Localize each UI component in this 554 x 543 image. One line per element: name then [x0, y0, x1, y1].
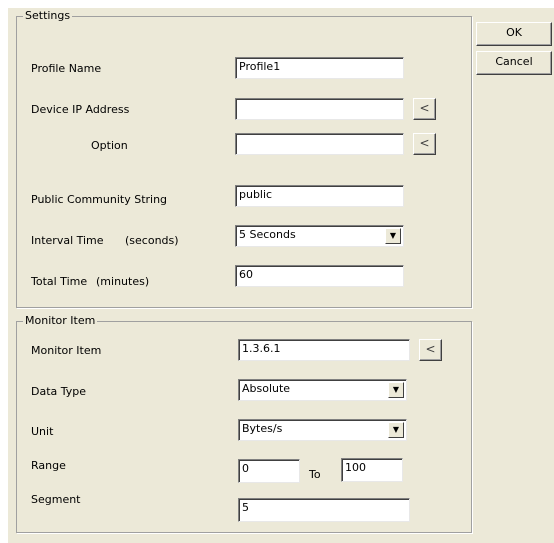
community-string-label: Public Community String	[31, 193, 168, 206]
option-input[interactable]	[235, 133, 404, 155]
interval-time-value: 5 Seconds	[239, 228, 296, 241]
data-type-select[interactable]: Absolute ▼	[238, 379, 407, 401]
chevron-down-icon[interactable]: ▼	[385, 228, 401, 244]
data-type-label: Data Type	[31, 385, 87, 398]
monitor-item-group-title: Monitor Item	[23, 314, 98, 328]
unit-select[interactable]: Bytes/s ▼	[238, 419, 407, 441]
unit-label: Unit	[31, 425, 54, 438]
chevron-down-icon[interactable]: ▼	[388, 382, 404, 398]
cancel-button[interactable]: Cancel	[476, 51, 552, 75]
profile-name-label: Profile Name	[31, 62, 102, 75]
range-to-input[interactable]: 100	[341, 458, 403, 482]
option-pick-button[interactable]: <	[413, 133, 436, 155]
range-label: Range	[31, 459, 66, 472]
device-ip-label: Device IP Address	[31, 103, 130, 116]
total-time-unit: (minutes)	[96, 275, 150, 288]
data-type-value: Absolute	[242, 382, 291, 395]
segment-label: Segment	[31, 493, 81, 506]
monitor-item-label: Monitor Item	[31, 344, 102, 357]
unit-value: Bytes/s	[242, 422, 283, 435]
monitor-item-group: Monitor Item Monitor Item 1.3.6.1 < Data…	[16, 314, 472, 533]
ok-button[interactable]: OK	[476, 22, 552, 46]
total-time-label: Total Time	[31, 275, 88, 288]
community-string-input[interactable]: public	[235, 185, 404, 207]
option-label: Option	[91, 139, 128, 152]
total-time-input[interactable]: 60	[235, 265, 404, 287]
chevron-down-icon[interactable]: ▼	[388, 422, 404, 438]
device-ip-input[interactable]	[235, 98, 404, 120]
profile-name-input[interactable]: Profile1	[235, 57, 404, 79]
segment-input[interactable]: 5	[238, 498, 410, 522]
settings-dialog: OK Cancel Settings Profile Name Profile1…	[8, 8, 554, 543]
interval-time-unit: (seconds)	[125, 234, 179, 247]
settings-group: Settings Profile Name Profile1 Device IP…	[16, 9, 472, 308]
settings-group-title: Settings	[23, 9, 73, 23]
range-from-input[interactable]: 0	[238, 459, 300, 483]
range-to-label: To	[309, 468, 321, 481]
monitor-item-pick-button[interactable]: <	[419, 339, 442, 361]
monitor-item-input[interactable]: 1.3.6.1	[238, 339, 410, 361]
device-ip-pick-button[interactable]: <	[413, 98, 436, 120]
interval-time-select[interactable]: 5 Seconds ▼	[235, 225, 404, 247]
interval-time-label: Interval Time	[31, 234, 104, 247]
